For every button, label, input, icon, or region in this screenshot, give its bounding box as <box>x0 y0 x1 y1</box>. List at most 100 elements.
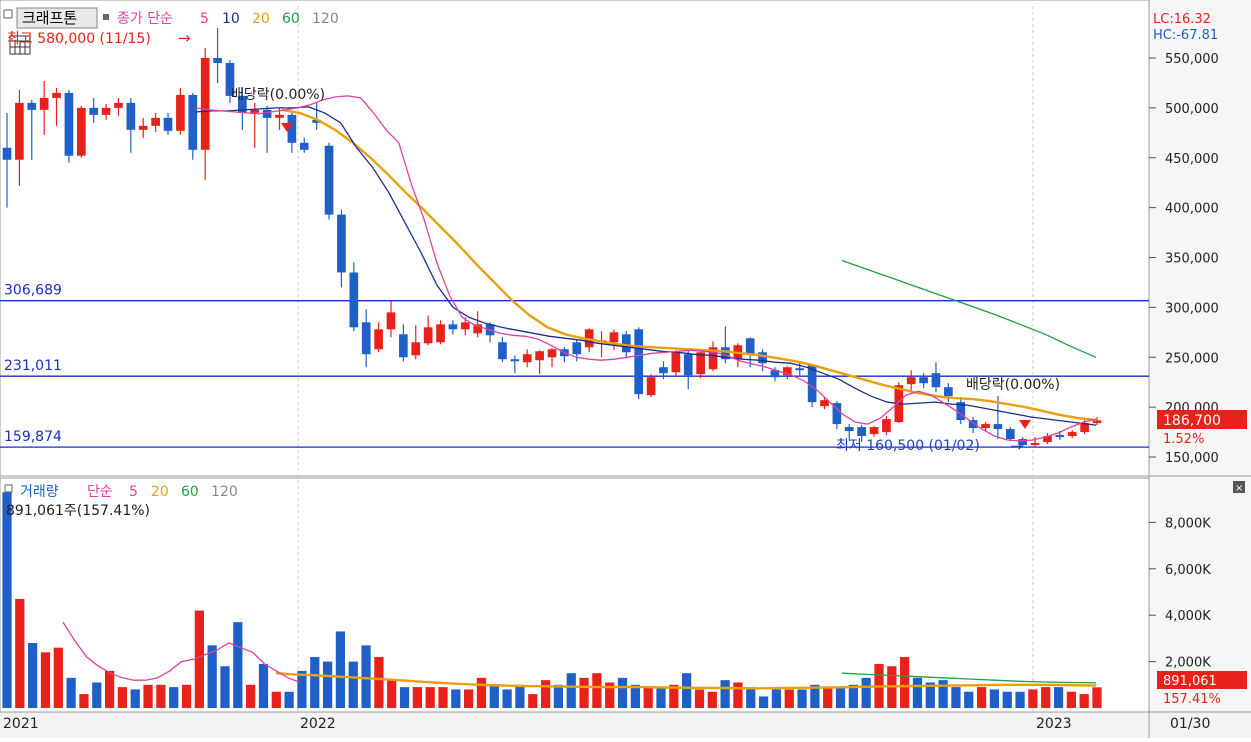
svg-text:×: × <box>1235 483 1243 494</box>
volume-ma5-label: 5 <box>129 484 138 500</box>
volume-bar <box>758 696 769 708</box>
candle-body <box>337 214 346 273</box>
volume-bar <box>169 687 179 708</box>
candle-body <box>250 109 260 113</box>
candle-body <box>114 102 123 108</box>
candle-body <box>176 94 185 131</box>
volume-info-label: 891,061주(157.41%) <box>6 503 150 519</box>
price-change-pct: 1.52% <box>1163 432 1204 447</box>
candle-body <box>944 387 953 397</box>
candle-body <box>76 107 86 156</box>
volume-ma60-label: 60 <box>181 484 199 500</box>
candle-body <box>906 377 916 385</box>
volume-bar <box>861 677 871 708</box>
candle-body <box>869 427 879 435</box>
candle-body <box>374 329 383 350</box>
volume-bar <box>707 691 717 708</box>
volume-bar <box>938 680 948 708</box>
volume-bar <box>412 687 422 708</box>
dividend-label-1: 배당락(0.00%) <box>231 87 325 103</box>
volume-bar <box>2 492 12 708</box>
volume-bar <box>104 670 115 708</box>
candle-body <box>1055 435 1065 438</box>
volume-bar <box>156 684 166 708</box>
volume-bar <box>335 631 346 708</box>
volume-bar <box>528 694 538 708</box>
reference-line-label: 159,874 <box>4 429 62 445</box>
candle-body <box>101 107 111 115</box>
volume-bar <box>233 622 243 708</box>
candle-body <box>510 359 520 362</box>
candle-body <box>411 342 421 356</box>
candle-body <box>547 349 557 358</box>
lc-label: LC:16.32 <box>1153 12 1211 27</box>
volume-bar <box>348 661 358 708</box>
candle-body <box>299 142 309 150</box>
volume-bar <box>643 687 653 708</box>
volume-tick-label: 8,000K <box>1165 516 1211 531</box>
candle-body <box>634 329 644 395</box>
candle-body <box>275 114 284 118</box>
volume-bar <box>835 687 846 708</box>
volume-bar <box>284 691 294 708</box>
volume-bar <box>361 645 371 708</box>
volume-bar <box>28 643 38 708</box>
candle-body <box>498 342 507 360</box>
low-arrow-icon: → <box>1010 437 1023 455</box>
candle-body <box>386 312 396 330</box>
volume-bar <box>989 689 1000 708</box>
candle-body <box>361 322 371 355</box>
hc-label: HC:-67.81 <box>1153 28 1218 43</box>
candle-body <box>659 367 668 374</box>
volume-bar <box>566 673 576 708</box>
price-ma10-label: 10 <box>222 11 240 27</box>
volume-bar <box>322 661 333 708</box>
volume-bar <box>258 663 269 708</box>
candle-body <box>423 327 433 344</box>
candle-body <box>324 145 334 215</box>
volume-bar <box>425 687 435 708</box>
ma-indicator-icon <box>103 14 109 20</box>
candle-body <box>882 419 891 433</box>
volume-bar <box>1002 691 1012 708</box>
chart-name: 크래프톤 <box>22 9 77 27</box>
volume-bar <box>720 680 730 708</box>
candle-body <box>931 373 941 388</box>
stock-chart[interactable]: 306,689 231,011 159,874 150,000 200,000 250,… <box>0 0 1251 738</box>
candle-body <box>52 92 61 98</box>
current-price: 186,700 <box>1163 413 1221 429</box>
volume-bar <box>540 680 551 708</box>
chart-canvas[interactable]: 306,689231,011159,874 150,000200,000250,… <box>0 0 1251 738</box>
price-tick-label: 250,000 <box>1165 351 1219 366</box>
volume-bar <box>1015 691 1025 708</box>
volume-bar <box>399 687 410 708</box>
candle-body <box>349 272 359 328</box>
dividend-label-2: 배당락(0.00%) <box>966 377 1060 393</box>
volume-bar <box>912 677 923 708</box>
candle-body <box>795 368 805 371</box>
candle-body <box>609 332 619 343</box>
volume-bar <box>1092 687 1102 708</box>
volume-ma20-label: 20 <box>151 484 169 500</box>
price-tick-label: 450,000 <box>1165 152 1219 167</box>
time-label-2023: 2023 <box>1036 716 1072 732</box>
time-label-current: 01/30 <box>1170 716 1210 732</box>
volume-bar <box>220 666 230 708</box>
price-ma-label: 종가 단순 <box>117 11 173 27</box>
volume-bar <box>297 670 307 708</box>
price-tick-label: 300,000 <box>1165 301 1219 316</box>
volume-bar <box>130 689 140 708</box>
volume-bar <box>66 677 76 708</box>
candle-body <box>844 427 854 432</box>
volume-bar <box>553 684 564 708</box>
candle-body <box>436 324 445 343</box>
volume-bar <box>771 689 782 708</box>
reference-line-label: 231,011 <box>4 358 62 374</box>
volume-bar <box>617 677 628 708</box>
candle-body <box>64 92 74 156</box>
candle-body <box>1067 432 1077 437</box>
volume-ma-label: 단순 <box>87 484 113 500</box>
volume-bar <box>656 687 666 708</box>
volume-bar <box>451 689 461 708</box>
volume-bar <box>181 684 192 708</box>
